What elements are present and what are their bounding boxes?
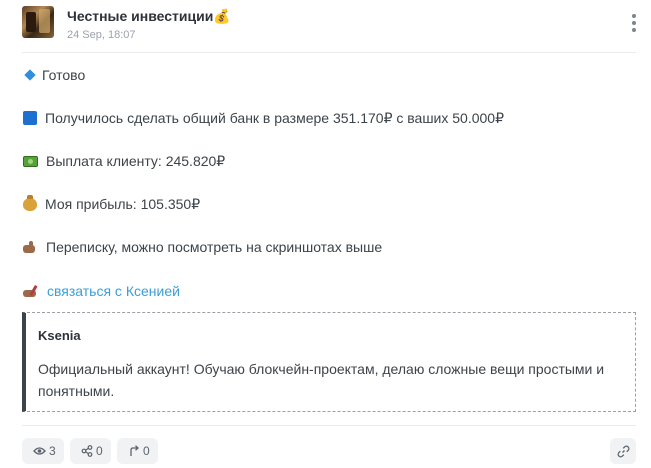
shares-count: 0: [96, 444, 103, 458]
quote-text: Официальный аккаунт! Обучаю блокчейн-про…: [38, 361, 605, 399]
post-line-contact: связаться с Ксенией: [22, 281, 180, 301]
post-line-bank: Получилось сделать общий банк в размере …: [22, 108, 504, 128]
post-footer: 3 0 0: [22, 438, 636, 464]
forwards-count: 0: [143, 444, 150, 458]
post-line-screenshots: Переписку, можно посмотреть на скриншота…: [22, 237, 382, 257]
forwards-counter[interactable]: 0: [117, 438, 158, 464]
post-line-profit: Моя прибыль: 105.350₽: [22, 194, 200, 214]
writing-hand-icon: [23, 284, 39, 298]
post-line-text: Готово: [42, 67, 86, 83]
post-header: Честные инвестиции💰 24 Sep, 18:07: [22, 6, 642, 46]
views-counter[interactable]: 3: [22, 438, 64, 464]
eye-icon: [33, 447, 46, 455]
money-bag-icon: [23, 194, 37, 211]
post-line-text: Выплата клиенту: 245.820₽: [46, 152, 226, 169]
shares-counter[interactable]: 0: [70, 438, 111, 464]
pointing-hand-icon: [23, 240, 38, 254]
post-line-text: Получилось сделать общий банк в размере …: [45, 109, 504, 126]
footer-divider: [22, 425, 636, 426]
channel-name[interactable]: Честные инвестиции💰: [67, 8, 231, 25]
copy-link-button[interactable]: [610, 438, 636, 464]
contact-link[interactable]: связаться с Ксенией: [47, 283, 180, 299]
post-line-payout: Выплата клиенту: 245.820₽: [22, 151, 225, 171]
channel-avatar[interactable]: [22, 6, 54, 38]
post-line-ready: Готово: [22, 65, 85, 85]
post-line-text: Переписку, можно посмотреть на скриншота…: [46, 239, 383, 255]
link-icon: [617, 445, 629, 457]
quote-title: Ksenia: [38, 328, 81, 343]
share-icon: [81, 445, 93, 457]
post-date: 24 Sep, 18:07: [67, 29, 136, 41]
views-count: 3: [49, 444, 56, 458]
header-divider: [22, 52, 636, 53]
quote-block: Ksenia Официальный аккаунт! Обучаю блокч…: [22, 312, 636, 412]
blue-square-icon: [23, 111, 37, 125]
blue-diamond-icon: [24, 69, 36, 81]
more-vertical-icon[interactable]: [632, 14, 636, 32]
forward-arrow-icon: [130, 445, 139, 456]
post-line-text: Моя прибыль: 105.350₽: [45, 195, 201, 212]
cash-icon: [23, 155, 38, 167]
